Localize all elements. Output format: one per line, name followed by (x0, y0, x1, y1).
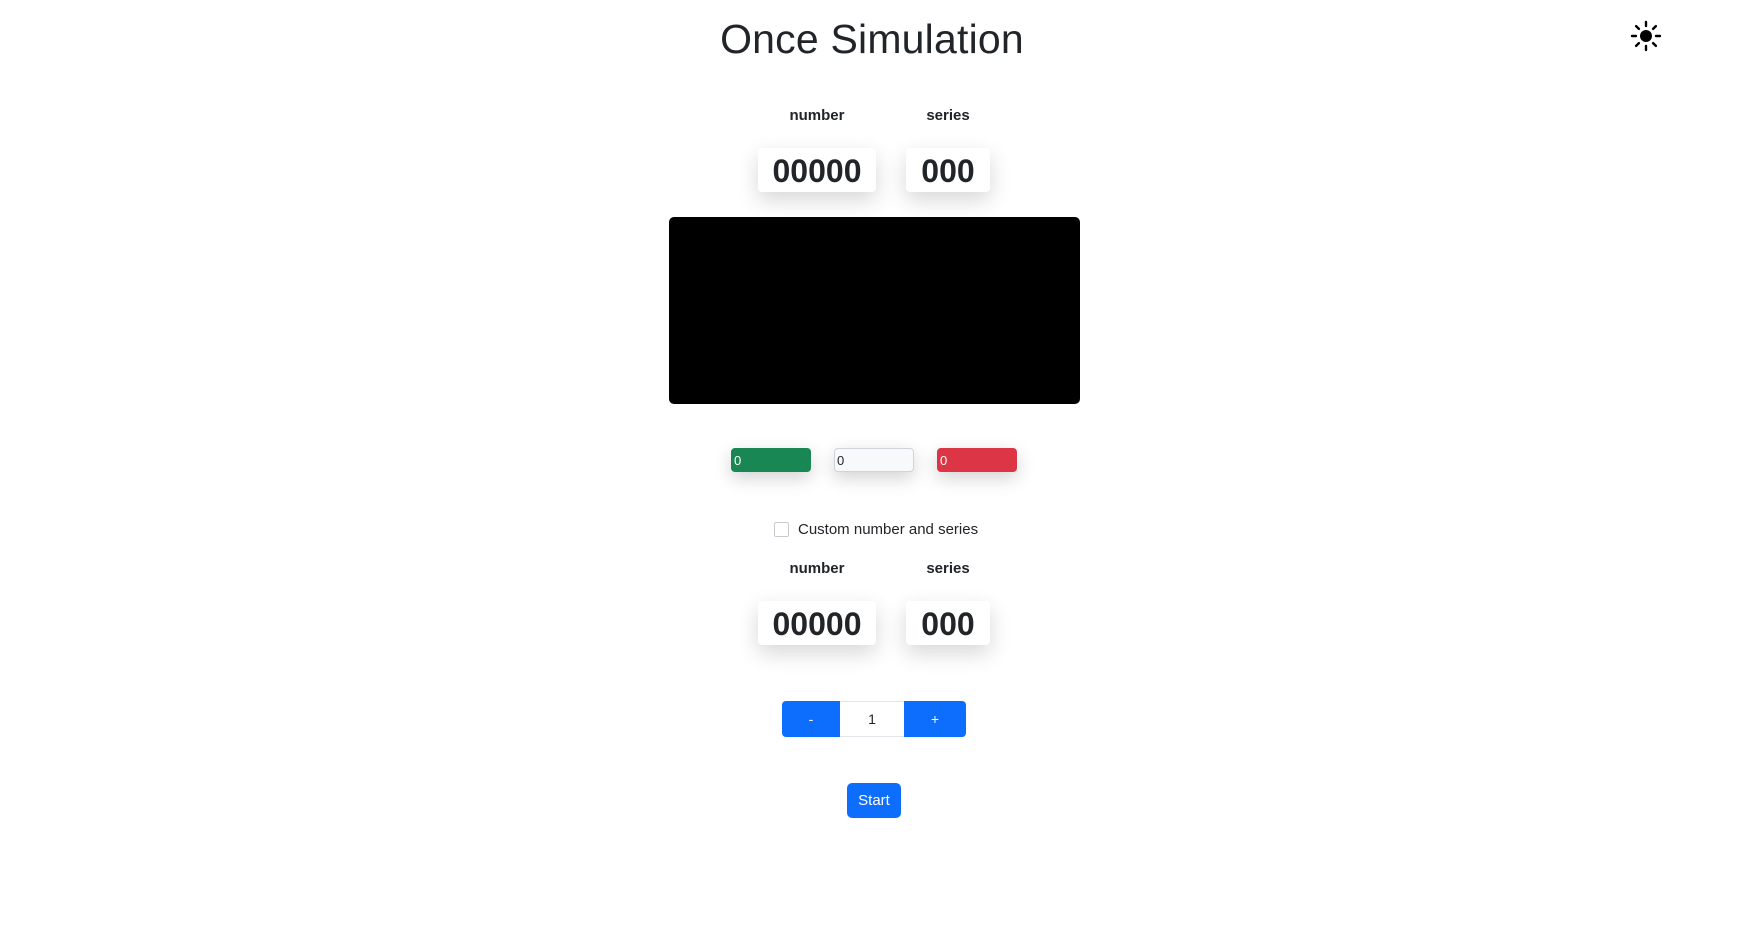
custom-display: number 00000 series 000 (0, 559, 1744, 669)
increment-button[interactable]: + (904, 701, 966, 737)
checkbox-box[interactable] (774, 521, 789, 537)
quantity-input[interactable]: 1 (840, 701, 904, 737)
losses-counter (937, 448, 1017, 472)
result-series-value: 000 (906, 148, 990, 192)
result-number-label: number (789, 107, 845, 124)
custom-number-value[interactable]: 00000 (758, 601, 876, 645)
custom-number-checkbox-label: Custom number and series (798, 520, 979, 538)
theme-toggle-button[interactable] (1630, 20, 1662, 52)
custom-number-label: number (789, 560, 845, 577)
quantity-stepper: - 1 + (782, 701, 966, 737)
result-number-group: number 00000 (758, 106, 876, 192)
result-display: number 00000 series 000 (0, 106, 1744, 216)
neutral-counter (834, 448, 914, 472)
custom-number-group: number 00000 (758, 559, 876, 645)
custom-series-value[interactable]: 000 (906, 601, 990, 645)
custom-series-label: series (926, 560, 970, 577)
decrement-button[interactable]: - (782, 701, 840, 737)
start-button[interactable]: Start (847, 783, 901, 818)
result-series-label: series (926, 107, 970, 124)
page-title: Once Simulation (720, 16, 1024, 62)
result-number-value: 00000 (758, 148, 876, 192)
page: Once Simulation number 00000 series 000 (0, 0, 1744, 935)
result-series-group: series 000 (906, 106, 990, 192)
custom-series-group: series 000 (906, 559, 990, 645)
simulation-screen (669, 217, 1080, 404)
wins-counter (731, 448, 811, 472)
sun-icon (1630, 20, 1662, 52)
custom-number-checkbox[interactable]: Custom number and series (774, 519, 978, 539)
